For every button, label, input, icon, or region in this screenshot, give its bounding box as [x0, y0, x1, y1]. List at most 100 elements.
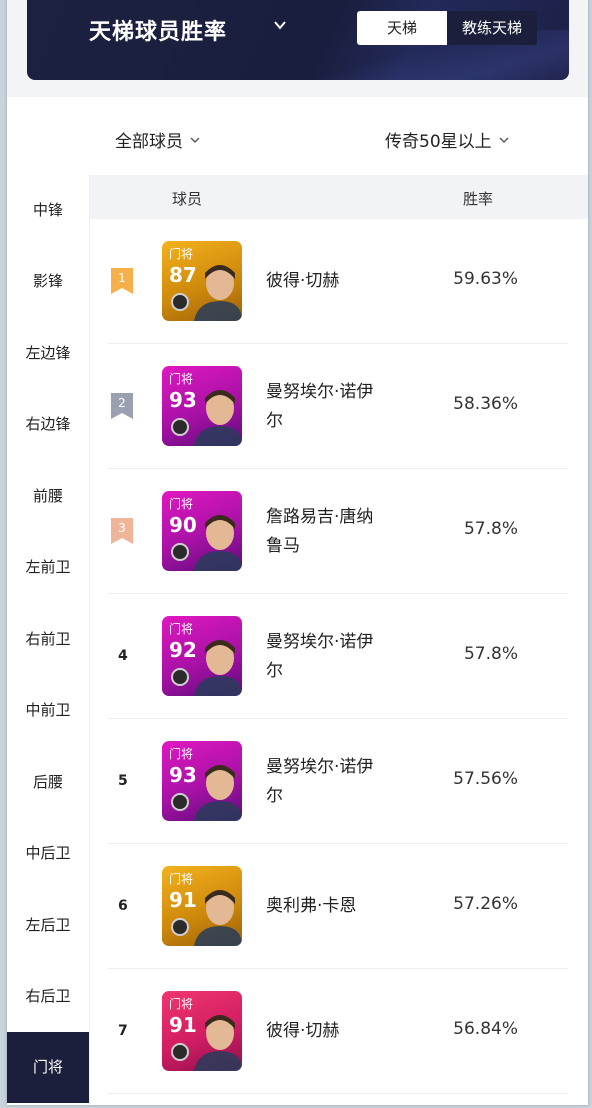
club-badge-icon	[171, 418, 189, 436]
app-frame: 天梯球员胜率 天梯 教练天梯 全部球员 传奇50星以上 中锋 影锋 左边锋 右边…	[7, 0, 588, 1105]
rank-number: 3	[118, 521, 126, 535]
club-badge-icon	[171, 918, 189, 936]
player-filter-label: 全部球员	[115, 132, 183, 152]
rank-number: 5	[118, 773, 128, 789]
table-row[interactable]: 5 门将 93 曼努埃尔·诺伊尔 57.56%	[108, 719, 568, 844]
player-card[interactable]: 门将 87	[162, 241, 242, 321]
card-position: 门将	[169, 747, 194, 761]
sidebar-item-rb[interactable]: 右后卫	[7, 961, 89, 1032]
sidebar-item-lwf[interactable]: 左边锋	[7, 318, 89, 389]
tab-ladder[interactable]: 天梯	[357, 11, 447, 45]
rank-number: 6	[118, 898, 128, 914]
table-row[interactable]: 6 门将 91 奥利弗·卡恩 57.26%	[108, 844, 568, 969]
sidebar-item-dmf[interactable]: 后腰	[7, 747, 89, 818]
player-name[interactable]: 曼努埃尔·诺伊尔	[266, 378, 406, 436]
rank-ribbon: 2	[111, 393, 133, 419]
chevron-down-icon[interactable]	[273, 18, 287, 32]
player-card[interactable]: 门将 92	[162, 616, 242, 696]
player-filter-dropdown[interactable]: 全部球员	[115, 127, 201, 152]
sidebar-item-rmf[interactable]: 右前卫	[7, 604, 89, 675]
player-name[interactable]: 詹路易吉·唐纳 鲁马	[266, 503, 406, 561]
win-rate-value: 57.8%	[463, 519, 518, 539]
sidebar-item-ss[interactable]: 影锋	[7, 246, 89, 317]
player-card[interactable]: 门将 91	[162, 991, 242, 1071]
header-banner: 天梯球员胜率 天梯 教练天梯	[27, 0, 569, 80]
player-portrait-icon	[194, 515, 242, 571]
sidebar-item-lb[interactable]: 左后卫	[7, 890, 89, 961]
club-badge-icon	[171, 293, 189, 311]
rank-ribbon: 3	[111, 518, 133, 544]
player-name[interactable]: 曼努埃尔·诺伊尔	[266, 628, 406, 686]
card-position: 门将	[169, 247, 194, 261]
player-name-line: 彼得·切赫	[266, 1021, 340, 1041]
sidebar-item-gk[interactable]: 门将	[7, 1032, 89, 1103]
rank-ribbon: 1	[111, 268, 133, 294]
player-portrait-icon	[194, 1015, 242, 1071]
player-name-line: 尔	[266, 661, 283, 681]
card-position: 门将	[169, 997, 194, 1011]
table-row[interactable]: 3 门将 90 詹路易吉·唐纳 鲁马 57.8%	[108, 469, 568, 594]
player-card[interactable]: 门将 93	[162, 741, 242, 821]
rank-number: 1	[118, 271, 126, 285]
player-name-line: 鲁马	[266, 536, 300, 556]
table-header: 球员 胜率	[90, 175, 588, 219]
card-position: 门将	[169, 872, 194, 886]
card-position: 门将	[169, 372, 194, 386]
table-row[interactable]: 1 门将 87 彼得·切赫 59.63%	[108, 219, 568, 344]
win-rate-value: 57.26%	[453, 894, 518, 914]
sidebar-item-amf[interactable]: 前腰	[7, 461, 89, 532]
player-name-line: 奥利弗·卡恩	[266, 896, 357, 916]
rank-number: 4	[118, 648, 128, 664]
rank-number: 7	[118, 1023, 128, 1039]
win-rate-value: 57.56%	[453, 769, 518, 789]
tab-coach-ladder[interactable]: 教练天梯	[447, 11, 537, 45]
star-filter-dropdown[interactable]: 传奇50星以上	[385, 127, 510, 152]
sidebar-item-cmf[interactable]: 中前卫	[7, 675, 89, 746]
club-badge-icon	[171, 543, 189, 561]
player-portrait-icon	[194, 765, 242, 821]
player-name-line: 曼努埃尔·诺伊	[266, 757, 374, 777]
win-rate-value: 59.63%	[453, 269, 518, 289]
club-badge-icon	[171, 1043, 189, 1061]
star-filter-label: 传奇50星以上	[385, 132, 492, 152]
card-position: 门将	[169, 622, 194, 636]
player-name[interactable]: 曼努埃尔·诺伊尔	[266, 753, 406, 811]
table-row[interactable]: 4 门将 92 曼努埃尔·诺伊尔 57.8%	[108, 594, 568, 719]
chevron-down-icon	[499, 137, 509, 143]
table-row[interactable]: 7 门将 91 彼得·切赫 56.84%	[108, 969, 568, 1094]
sidebar-item-cb[interactable]: 中后卫	[7, 818, 89, 889]
win-rate-table: 球员 胜率 1 门将 87 彼得·切赫 59.63% 2 门将 93 曼努埃尔·诺伊尔 58.36…	[89, 175, 588, 1105]
column-header-win-rate[interactable]: 胜率	[463, 188, 493, 209]
player-card[interactable]: 门将 91	[162, 866, 242, 946]
player-card[interactable]: 门将 93	[162, 366, 242, 446]
player-portrait-icon	[194, 265, 242, 321]
player-name[interactable]: 彼得·切赫	[266, 1017, 406, 1046]
sidebar-item-lmf[interactable]: 左前卫	[7, 532, 89, 603]
player-portrait-icon	[194, 640, 242, 696]
club-badge-icon	[171, 668, 189, 686]
club-badge-icon	[171, 793, 189, 811]
sidebar-item-cf[interactable]: 中锋	[7, 175, 89, 246]
filter-bar: 全部球员 传奇50星以上	[7, 97, 588, 175]
win-rate-value: 57.8%	[463, 644, 518, 664]
position-sidebar: 中锋 影锋 左边锋 右边锋 前腰 左前卫 右前卫 中前卫 后腰 中后卫 左后卫 …	[7, 175, 89, 1105]
player-name-line: 曼努埃尔·诺伊	[266, 382, 374, 402]
table-row[interactable]: 2 门将 93 曼努埃尔·诺伊尔 58.36%	[108, 344, 568, 469]
card-position: 门将	[169, 497, 194, 511]
player-name-line: 尔	[266, 411, 283, 431]
ladder-toggle: 天梯 教练天梯	[357, 11, 537, 45]
page-title[interactable]: 天梯球员胜率	[89, 14, 227, 46]
player-name-line: 尔	[266, 786, 283, 806]
win-rate-value: 58.36%	[453, 394, 518, 414]
player-portrait-icon	[194, 390, 242, 446]
player-portrait-icon	[194, 890, 242, 946]
player-name-line: 彼得·切赫	[266, 271, 340, 291]
player-name[interactable]: 奥利弗·卡恩	[266, 892, 406, 921]
player-name-line: 曼努埃尔·诺伊	[266, 632, 374, 652]
rank-number: 2	[118, 396, 126, 410]
player-card[interactable]: 门将 90	[162, 491, 242, 571]
sidebar-item-rwf[interactable]: 右边锋	[7, 389, 89, 460]
column-header-player: 球员	[172, 190, 203, 208]
player-name[interactable]: 彼得·切赫	[266, 267, 406, 296]
chevron-down-icon	[190, 137, 200, 143]
